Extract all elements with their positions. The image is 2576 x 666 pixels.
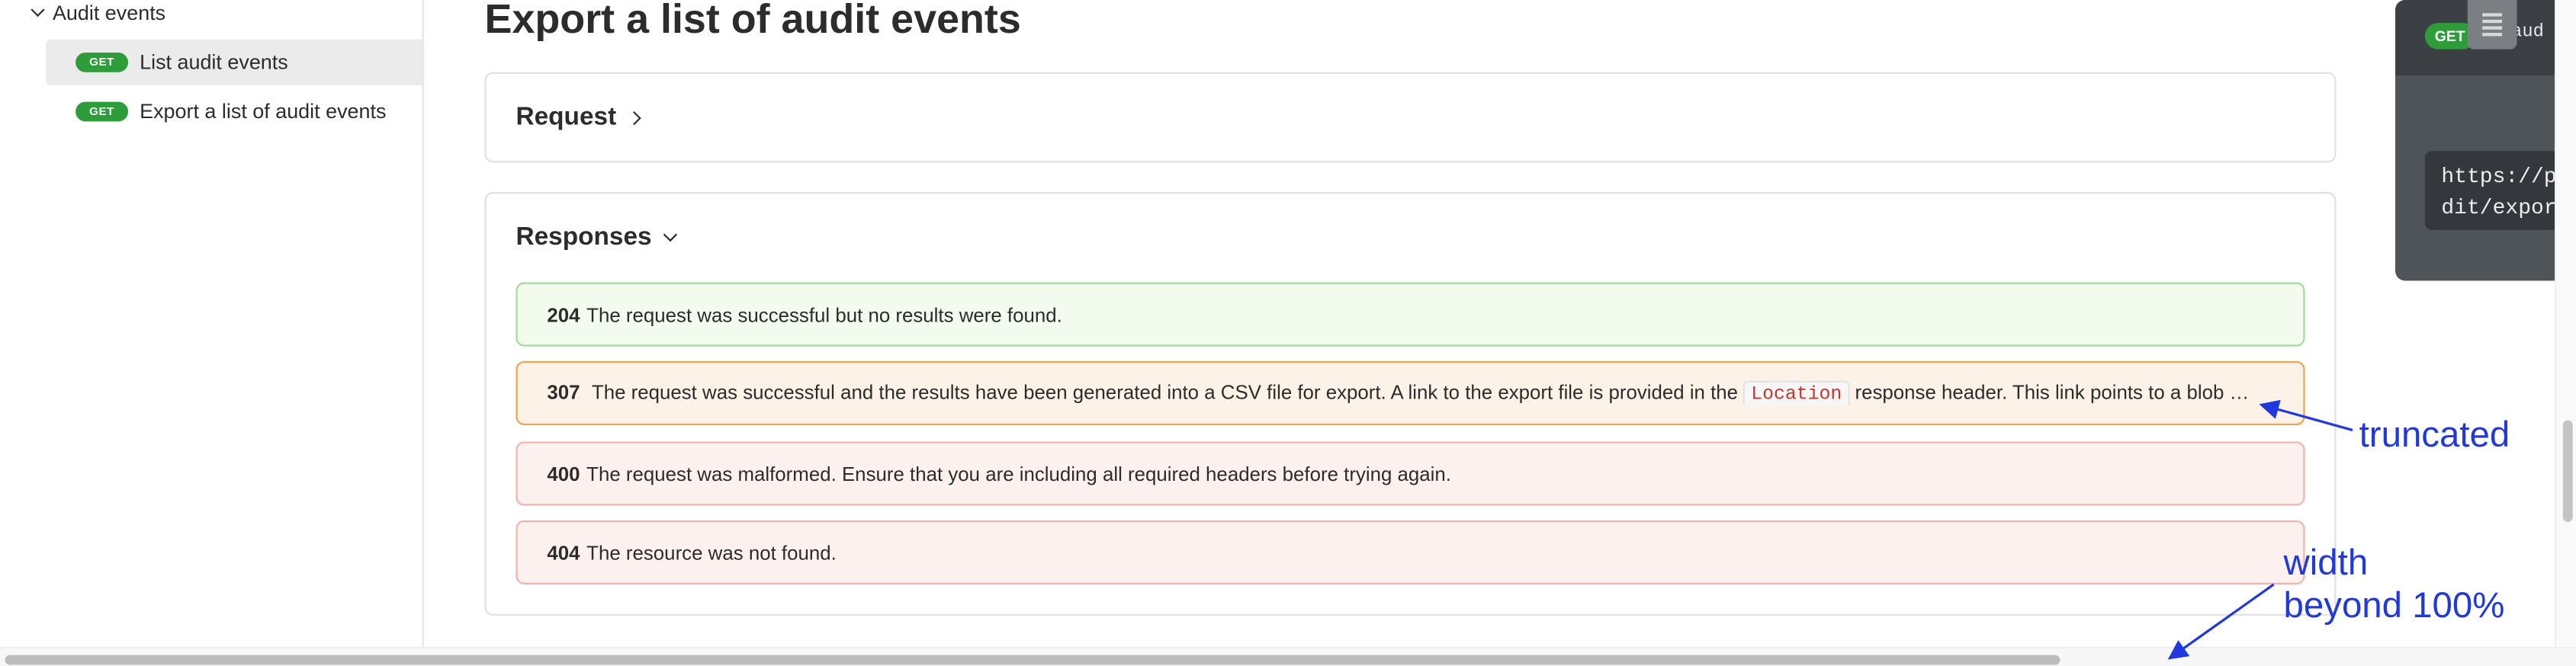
sidebar-item-label: List audit events: [140, 50, 288, 74]
horizontal-scrollbar[interactable]: [0, 646, 2576, 666]
status-code: 204: [547, 303, 580, 326]
response-307[interactable]: 307 The request was successful and the r…: [516, 360, 2305, 425]
url-line-1: https://p: [2441, 164, 2557, 189]
request-label: Request: [516, 103, 617, 132]
sidebar-item-label: Export a list of audit events: [140, 100, 387, 123]
app-stage: Audit events GET List audit events GET E…: [0, 0, 2576, 666]
request-toggle[interactable]: Request: [516, 103, 642, 133]
vertical-scrollbar[interactable]: [2554, 0, 2576, 647]
response-204[interactable]: 204 The request was successful but no re…: [516, 282, 2305, 347]
annotation-width-line2: beyond 100%: [2283, 584, 2505, 626]
response-description-part2: response header. This link points to a b…: [1855, 380, 2256, 404]
status-code: 307: [547, 380, 580, 404]
status-code: 400: [547, 462, 580, 485]
horizontal-scrollbar-thumb[interactable]: [5, 655, 2060, 665]
sidebar-item-list-audit-events[interactable]: GET List audit events: [46, 39, 422, 86]
responses-section: Responses 204 The request was successful…: [484, 192, 2337, 616]
endpoint-url-box[interactable]: https://p dit/expor: [2424, 151, 2576, 230]
responses-label: Responses: [516, 223, 652, 251]
get-method-badge: GET: [75, 52, 129, 72]
status-code: 404: [547, 540, 580, 565]
response-description-part1: The request was successful and the resul…: [591, 380, 1739, 404]
response-description: The resource was not found.: [586, 540, 837, 565]
get-method-badge: GET: [75, 101, 129, 122]
responses-toggle[interactable]: Responses: [516, 223, 677, 253]
chevron-right-icon: [627, 110, 642, 126]
annotation-width-line1: width: [2283, 541, 2369, 583]
sidebar: Audit events GET List audit events GET E…: [0, 0, 424, 647]
sidebar-group-audit-events[interactable]: Audit events: [31, 0, 166, 26]
sidebar-group-label: Audit events: [52, 2, 166, 25]
annotation-width-beyond: width beyond 100%: [2284, 542, 2505, 627]
sidebar-item-export-audit-events[interactable]: GET Export a list of audit events: [46, 88, 422, 134]
request-section: Request: [484, 72, 2337, 163]
response-404[interactable]: 404 The resource was not found.: [516, 520, 2305, 584]
chevron-down-icon: [31, 2, 45, 18]
menu-icon[interactable]: [2467, 0, 2517, 50]
vertical-scrollbar-thumb[interactable]: [2562, 420, 2573, 523]
response-description: The request was successful but no result…: [586, 303, 1062, 326]
response-400[interactable]: 400 The request was malformed. Ensure th…: [516, 441, 2305, 506]
page-title: Export a list of audit events: [484, 0, 1021, 43]
response-description: The request was malformed. Ensure that y…: [586, 462, 1451, 485]
location-header-code: Location: [1742, 380, 1851, 406]
annotation-truncated: truncated: [2359, 413, 2510, 455]
chevron-down-icon: [663, 227, 677, 242]
response-description-truncated: 307 The request was successful and the r…: [547, 380, 2256, 406]
url-line-2: dit/expor: [2441, 195, 2557, 220]
